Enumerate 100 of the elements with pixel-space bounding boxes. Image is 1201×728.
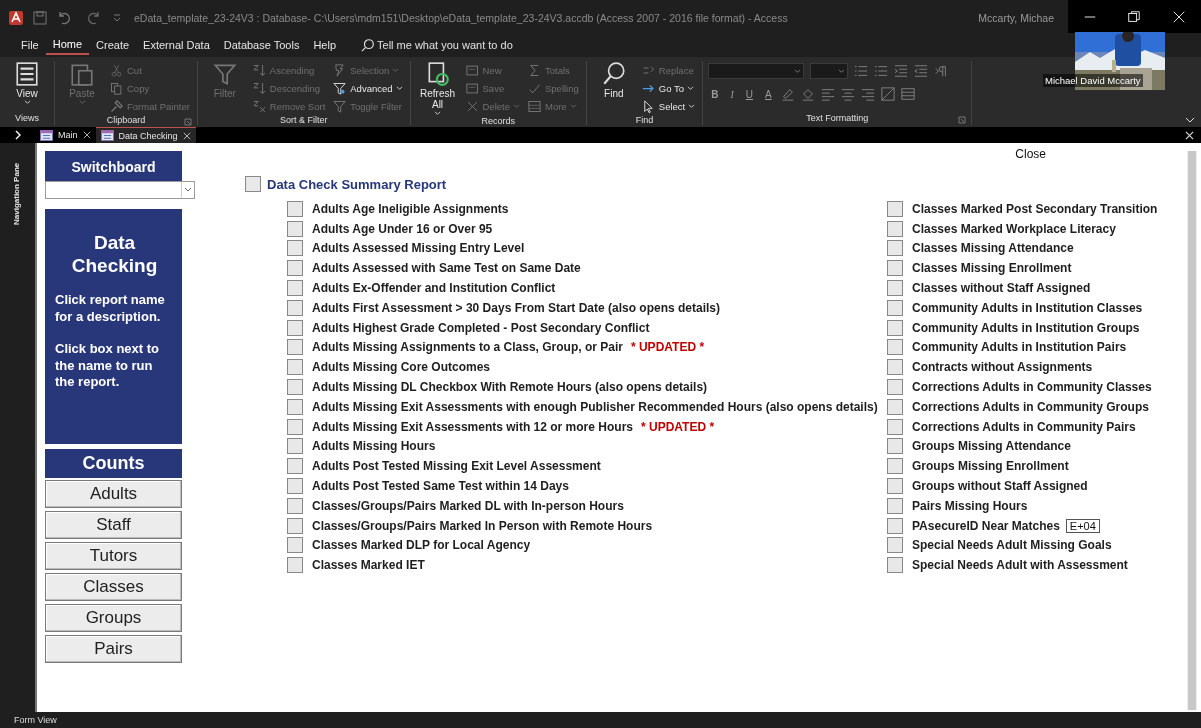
- checkbox[interactable]: [887, 240, 903, 257]
- report-link[interactable]: Adults Age Under 16 or Over 95: [312, 221, 493, 236]
- report-link[interactable]: Corrections Adults in Community Groups: [912, 399, 1149, 414]
- report-link[interactable]: Special Needs Adult with Assessment: [912, 558, 1128, 573]
- ribbon-button[interactable]: Select: [638, 97, 698, 115]
- report-link[interactable]: Adults Missing DL Checkbox With Remote Hours (also opens details): [312, 380, 708, 395]
- menu-tab[interactable]: File: [14, 35, 46, 55]
- checkbox[interactable]: [887, 418, 903, 435]
- numbering-icon[interactable]: [874, 64, 889, 78]
- switchboard-dropdown[interactable]: [45, 181, 195, 199]
- menu-tab[interactable]: Create: [89, 35, 137, 55]
- count-button[interactable]: Staff: [45, 511, 182, 539]
- close-icon[interactable]: [1185, 131, 1194, 140]
- report-link[interactable]: Community Adults in Institution Pairs: [912, 340, 1127, 355]
- close-icon[interactable]: [1171, 9, 1186, 24]
- report-link[interactable]: Community Adults in Institution Groups: [912, 320, 1140, 335]
- count-button[interactable]: Tutors: [45, 542, 182, 570]
- count-button[interactable]: Adults: [45, 480, 182, 508]
- checkbox[interactable]: [287, 438, 303, 455]
- save-icon[interactable]: [32, 9, 48, 26]
- ribbon-button[interactable]: Go To: [638, 79, 698, 97]
- ribbon-button[interactable]: Find: [591, 61, 636, 99]
- report-link[interactable]: Classes Marked Post Secondary Transition: [912, 201, 1158, 216]
- format-button[interactable]: A: [762, 88, 775, 100]
- paragraph-icon[interactable]: [934, 64, 949, 78]
- report-link[interactable]: Classes Marked DLP for Local Agency: [312, 538, 531, 553]
- report-link[interactable]: Classes/Groups/Pairs Marked In Person with Remote Hours: [312, 518, 653, 533]
- expand-icon[interactable]: [13, 130, 22, 140]
- report-link[interactable]: Groups without Staff Assigned: [912, 479, 1088, 494]
- close-button[interactable]: Close: [1015, 147, 1046, 161]
- checkbox[interactable]: [287, 537, 303, 554]
- outdent-icon[interactable]: [914, 64, 929, 78]
- report-link[interactable]: Adults Missing Hours: [312, 439, 436, 454]
- ribbon-button[interactable]: Advanced: [330, 79, 405, 97]
- count-button[interactable]: Classes: [45, 573, 182, 601]
- report-link[interactable]: Adults Ex-Offender and Institution Conflict: [312, 281, 556, 296]
- checkbox[interactable]: [287, 240, 303, 257]
- checkbox[interactable]: [287, 299, 303, 316]
- report-link[interactable]: Groups Missing Enrollment: [912, 459, 1069, 474]
- checkbox[interactable]: [887, 359, 903, 376]
- checkbox[interactable]: [887, 339, 903, 356]
- report-link[interactable]: Classes Marked IET: [312, 558, 425, 573]
- close-icon[interactable]: [82, 131, 91, 139]
- close-icon[interactable]: [182, 131, 191, 140]
- checkbox[interactable]: [887, 438, 903, 455]
- report-link[interactable]: Adults Age Ineligible Assignments: [312, 201, 509, 216]
- checkbox[interactable]: [887, 497, 903, 514]
- menu-tab[interactable]: Help: [306, 35, 343, 55]
- restore-icon[interactable]: [1127, 9, 1142, 24]
- report-link[interactable]: Corrections Adults in Community Pairs: [912, 419, 1136, 434]
- report-link[interactable]: Adults First Assessment > 30 Days From Start Date (also opens details): [312, 300, 721, 315]
- checkbox[interactable]: [887, 280, 903, 297]
- scrollbar[interactable]: [1187, 151, 1197, 710]
- format-button[interactable]: U: [742, 88, 757, 100]
- report-link[interactable]: Adults Missing Exit Assessments with 12 or more Hours: [312, 419, 633, 434]
- document-tab[interactable]: Data Checking: [95, 127, 196, 143]
- checkbox[interactable]: [887, 220, 903, 237]
- value-field[interactable]: E+04: [1065, 518, 1100, 533]
- report-link[interactable]: PAsecureID Near Matches: [912, 518, 1060, 533]
- count-button[interactable]: Groups: [45, 604, 182, 632]
- checkbox[interactable]: [887, 478, 903, 495]
- report-link[interactable]: Contracts without Assignments: [912, 360, 1093, 375]
- checkbox[interactable]: [887, 458, 903, 475]
- report-link[interactable]: Corrections Adults in Community Classes: [912, 380, 1152, 395]
- report-link[interactable]: Groups Missing Attendance: [912, 439, 1071, 454]
- report-link[interactable]: Adults Missing Core Outcomes: [312, 360, 491, 375]
- dialog-launcher-icon[interactable]: [183, 118, 192, 126]
- ribbon-button[interactable]: View: [5, 61, 49, 105]
- indent-icon[interactable]: [894, 64, 909, 78]
- report-link[interactable]: Community Adults in Institution Classes: [912, 300, 1143, 315]
- format-button[interactable]: B: [708, 88, 722, 100]
- highlight-icon[interactable]: [780, 87, 795, 101]
- align-right-icon[interactable]: [860, 87, 875, 101]
- dialog-launcher-icon[interactable]: [958, 116, 967, 124]
- checkbox[interactable]: [287, 478, 303, 495]
- menu-tab[interactable]: External Data: [136, 35, 217, 55]
- checkbox[interactable]: [887, 398, 903, 415]
- align-left-icon[interactable]: [820, 87, 835, 101]
- checkbox[interactable]: [287, 557, 303, 574]
- checkbox[interactable]: [887, 260, 903, 277]
- checkbox[interactable]: [245, 176, 261, 192]
- ribbon-button[interactable]: Refresh All: [415, 61, 460, 116]
- report-link[interactable]: Adults Missing Exit Assessments with enough Publisher Recommended Hours (also opens details): [312, 399, 878, 414]
- report-link[interactable]: Adults Assessed with Same Test on Same Date: [312, 261, 581, 276]
- checkbox[interactable]: [287, 280, 303, 297]
- checkbox[interactable]: [287, 319, 303, 336]
- checkbox[interactable]: [887, 319, 903, 336]
- bullets-icon[interactable]: [854, 64, 869, 78]
- report-link[interactable]: Classes/Groups/Pairs Marked DL with In-person Hours: [312, 498, 624, 513]
- report-link[interactable]: Classes without Staff Assigned: [912, 281, 1091, 296]
- report-link[interactable]: Adults Post Tested Same Test within 14 Days: [312, 479, 569, 494]
- checkbox[interactable]: [887, 517, 903, 534]
- format-button[interactable]: I: [727, 88, 737, 100]
- checkbox[interactable]: [887, 200, 903, 217]
- report-link[interactable]: Classes Missing Attendance: [912, 241, 1074, 256]
- checkbox[interactable]: [287, 339, 303, 356]
- checkbox[interactable]: [887, 299, 903, 316]
- checkbox[interactable]: [887, 557, 903, 574]
- report-link[interactable]: Classes Marked Workplace Literacy: [912, 221, 1116, 236]
- checkbox[interactable]: [287, 220, 303, 237]
